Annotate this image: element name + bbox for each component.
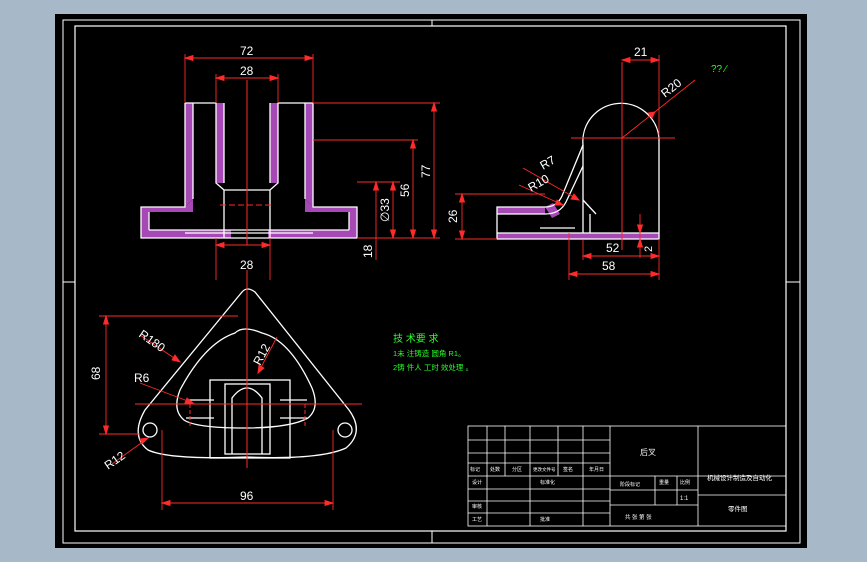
label-craft: 工艺 [472,517,482,523]
dim-diameter-33: ∅33 [378,198,392,222]
dim-77: 77 [419,164,433,178]
dim-56: 56 [398,183,412,197]
label-standard: 标准化 [540,479,555,486]
surface-finish-mark: ?? ⁄ [711,64,728,75]
cad-drawing: 72 28 28 77 56 ∅33 18 21 R20 ?? ⁄ R7 R10… [55,14,807,548]
label-approve: 批准 [540,516,550,523]
row-label-date: 年月日 [589,466,604,473]
row-label-mark: 标记 [470,466,480,473]
row-label-doc: 更改文件号 [533,466,556,473]
drawing-sheet [55,14,807,548]
part-name: 后叉 [640,447,656,457]
row-label-zone: 分区 [512,466,522,473]
dim-72: 72 [240,44,254,58]
dim-21: 21 [634,45,648,59]
row-label-sign: 签名 [563,466,573,473]
sheets-label: 共 张 第 张 [625,513,652,521]
dim-28-bottom: 28 [240,258,254,272]
dim-52: 52 [606,241,620,255]
dim-26: 26 [446,209,460,223]
dim-58: 58 [602,259,616,273]
dim-18: 18 [361,244,375,258]
dim-2: 2 [643,246,655,252]
dim-96: 96 [240,489,254,503]
tech-notes-title: 技 术要 求 [393,332,439,345]
label-check: 审核 [472,503,482,510]
label-scale: 比例 [680,479,690,486]
label-weight: 重量 [659,479,669,486]
label-design: 设计 [472,479,482,486]
dim-28-top: 28 [240,64,254,78]
tech-note-1: 1未 注铸造 圆角 R1。 [393,348,466,358]
row-label-count: 处数 [490,466,500,473]
dim-r6: R6 [134,371,150,385]
dim-68: 68 [89,366,103,380]
tech-note-2: 2铸 件人 工时 效处理 。 [393,362,473,372]
drawing-type: 零件图 [728,504,748,513]
scale-value: 1:1 [680,496,689,502]
school-name: 机械设计制造及自动化 [707,473,773,482]
label-stage: 阶段标记 [620,481,640,488]
